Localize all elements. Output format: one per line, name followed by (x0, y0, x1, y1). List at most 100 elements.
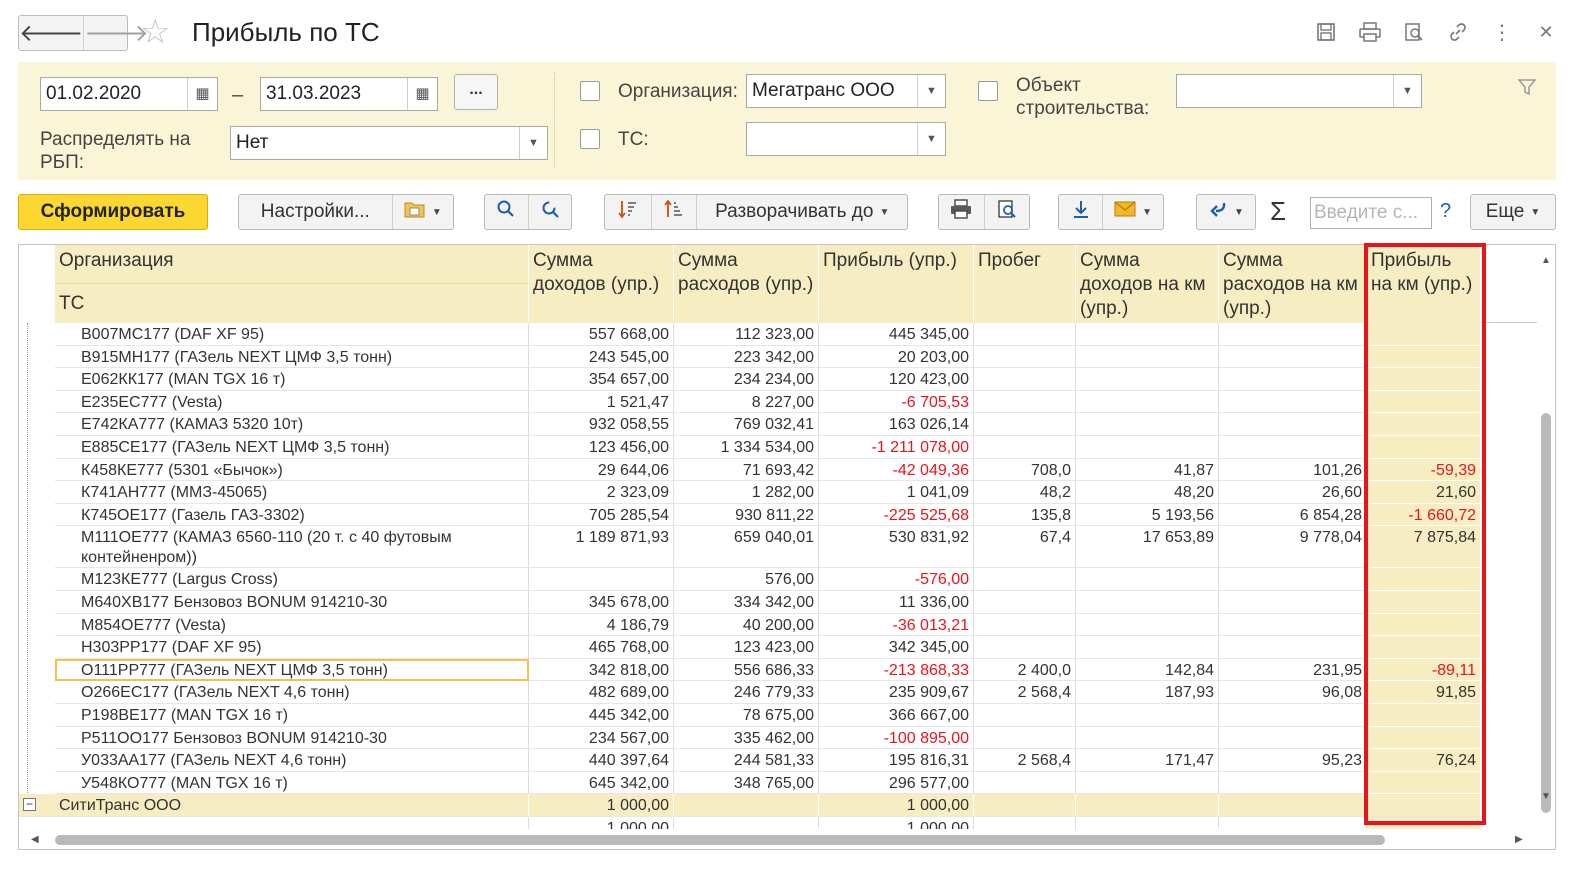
horizontal-scrollbar[interactable]: ◀ ▶ (19, 829, 1537, 849)
cell-mileage[interactable]: 48,2 (974, 481, 1076, 504)
cell-expense-km[interactable] (1219, 568, 1367, 591)
cell-name[interactable]: Н303РР177 (DAF XF 95) (55, 636, 529, 659)
cell-expense-km[interactable]: 231,95 (1219, 658, 1367, 682)
cell-mileage[interactable] (974, 613, 1076, 637)
find-button[interactable] (485, 195, 528, 229)
table-row[interactable]: М640ХВ177 Бензовоз BONUM 914210-30 345 67… (19, 591, 1555, 614)
cell-income[interactable]: 123 456,00 (529, 436, 674, 459)
cell-expense-km[interactable] (1219, 413, 1367, 436)
cell-expense[interactable]: 659 040,01 (674, 526, 819, 569)
header-mileage[interactable]: Пробег (974, 245, 1076, 323)
cell-expense[interactable]: 244 581,33 (674, 749, 819, 772)
cell-name[interactable]: О111РР777 (ГАЗель NEXT ЦМФ 3,5 тонн) (55, 658, 529, 682)
cell-expense[interactable]: 930 811,22 (674, 503, 819, 527)
generate-button[interactable]: Сформировать (18, 194, 208, 230)
cell-name[interactable]: М854ОЕ777 (Vesta) (55, 613, 529, 637)
cell-income[interactable]: 2 323,09 (529, 481, 674, 504)
cell-expense[interactable]: 348 765,00 (674, 771, 819, 795)
sort-asc-button[interactable] (650, 195, 697, 229)
cell-mileage[interactable] (974, 704, 1076, 727)
cell-profit[interactable]: 296 577,00 (819, 771, 974, 795)
cell-profit[interactable]: 163 026,14 (819, 413, 974, 436)
cell-income[interactable] (529, 568, 674, 591)
cell-income[interactable]: 1 189 871,93 (529, 526, 674, 569)
cell-expense-km[interactable] (1219, 390, 1367, 414)
cell-profit[interactable]: -36 013,21 (819, 613, 974, 637)
cell-mileage[interactable] (974, 771, 1076, 795)
cell-income[interactable]: 342 818,00 (529, 658, 674, 682)
cell-income-km[interactable] (1076, 726, 1219, 750)
cell-mileage[interactable] (974, 390, 1076, 414)
cell-expense-km[interactable] (1219, 345, 1367, 369)
cell-income[interactable]: 234 567,00 (529, 726, 674, 750)
cell-mileage[interactable] (974, 368, 1076, 391)
table-row[interactable]: Р511ОО177 Бензовоз BONUM 914210-30 234 56… (19, 726, 1555, 750)
cell-income[interactable]: 482 689,00 (529, 681, 674, 704)
cell-mileage[interactable] (974, 636, 1076, 659)
cell-profit[interactable]: -213 868,33 (819, 658, 974, 682)
cell-expense-km[interactable] (1219, 613, 1367, 637)
cell-income-km[interactable] (1076, 413, 1219, 436)
cell-mileage[interactable] (974, 591, 1076, 614)
cell-name[interactable]: Р511ОО177 Бензовоз BONUM 914210-30 (55, 726, 529, 750)
table-row[interactable]: М111ОЕ777 (КАМАЗ 6560-110 (20 т. с 40 фу… (19, 526, 1555, 569)
cell-profit[interactable]: 530 831,92 (819, 526, 974, 569)
expand-to-button[interactable]: Разворачивать до ▼ (696, 195, 907, 229)
group-cell-name[interactable]: СитиТранс ООО (19, 794, 529, 817)
group-cell-expense[interactable] (674, 794, 819, 817)
org-select[interactable]: Мегатранс ООО ▼ (746, 74, 946, 108)
horizontal-scroll-thumb[interactable] (55, 835, 1385, 845)
cell-mileage[interactable]: 67,4 (974, 526, 1076, 569)
cell-income-km[interactable] (1076, 771, 1219, 795)
cell-expense[interactable]: 8 227,00 (674, 390, 819, 414)
cell-name[interactable]: М123КЕ777 (Largus Cross) (55, 568, 529, 591)
date-to-field[interactable]: 31.03.2023 ▦ (260, 77, 438, 111)
cell-income-km[interactable] (1076, 591, 1219, 614)
more-vertical-icon[interactable]: ⋮ (1480, 18, 1524, 46)
cell-mileage[interactable]: 2 568,4 (974, 749, 1076, 772)
table-row[interactable]: В007МС177 (DAF XF 95) 557 668,00 112 323,0… (19, 323, 1555, 346)
cell-expense-km[interactable]: 6 854,28 (1219, 503, 1367, 527)
cell-income-km[interactable] (1076, 613, 1219, 637)
table-row[interactable]: К741АН777 (ММЗ-45065) 2 323,09 1 282,00 1 0… (19, 481, 1555, 504)
cell-income[interactable]: 705 285,54 (529, 503, 674, 527)
table-row[interactable]: О111РР777 (ГАЗель NEXT ЦМФ 3,5 тонн) 342 … (19, 658, 1555, 682)
cell-income[interactable]: 1 521,47 (529, 390, 674, 414)
cell-mileage[interactable] (974, 436, 1076, 459)
cell-income[interactable]: 465 768,00 (529, 636, 674, 659)
header-expense[interactable]: Сумма расходов (упр.) (674, 245, 819, 323)
cell-profit[interactable]: -576,00 (819, 568, 974, 591)
table-row[interactable]: К745ОЕ177 (Газель ГАЗ-3302) 705 285,54 930… (19, 503, 1555, 527)
send-email-button[interactable]: ▼ (1102, 195, 1163, 229)
cell-mileage[interactable]: 2 400,0 (974, 658, 1076, 682)
cell-mileage[interactable]: 708,0 (974, 458, 1076, 482)
header-profit[interactable]: Прибыль (упр.) (819, 245, 974, 323)
cell-expense[interactable]: 576,00 (674, 568, 819, 591)
cell-mileage[interactable]: 135,8 (974, 503, 1076, 527)
ts-select[interactable]: ▼ (746, 122, 946, 156)
cell-name[interactable]: Е235ЕС777 (Vesta) (55, 390, 529, 414)
cell-income[interactable]: 445 342,00 (529, 704, 674, 727)
cell-name[interactable]: Е885СЕ177 (ГАЗель NEXT ЦМФ 3,5 тонн) (55, 436, 529, 459)
group-cell-income[interactable]: 1 000,00 (529, 794, 674, 817)
cell-expense[interactable]: 1 282,00 (674, 481, 819, 504)
object-checkbox[interactable] (978, 81, 998, 101)
cell-expense[interactable]: 556 686,33 (674, 658, 819, 682)
cell-expense[interactable]: 335 462,00 (674, 726, 819, 750)
header-expense-km[interactable]: Сумма расходов на км (упр.) (1219, 245, 1367, 323)
table-row[interactable]: О266ЕС177 (ГАЗель NEXT 4,6 тонн) 482 689,… (19, 681, 1555, 704)
cell-name[interactable]: У033АА177 (ГАЗель NEXT 4,6 тонн) (55, 749, 529, 772)
cell-mileage[interactable] (974, 413, 1076, 436)
cell-income-km[interactable] (1076, 323, 1219, 346)
group-cell-profit[interactable]: 1 000,00 (819, 794, 974, 817)
table-row[interactable]: У033АА177 (ГАЗель NEXT 4,6 тонн) 440 397,… (19, 749, 1555, 772)
cell-profit[interactable]: -6 705,53 (819, 390, 974, 414)
cell-expense[interactable]: 40 200,00 (674, 613, 819, 637)
cell-profit[interactable]: 195 816,31 (819, 749, 974, 772)
cell-income-km[interactable] (1076, 704, 1219, 727)
cell-profit[interactable]: 120 423,00 (819, 368, 974, 391)
settings-button[interactable]: Настройки... (239, 195, 392, 229)
cell-income[interactable]: 354 657,00 (529, 368, 674, 391)
cell-expense-km[interactable] (1219, 436, 1367, 459)
cell-expense-km[interactable]: 101,26 (1219, 458, 1367, 482)
